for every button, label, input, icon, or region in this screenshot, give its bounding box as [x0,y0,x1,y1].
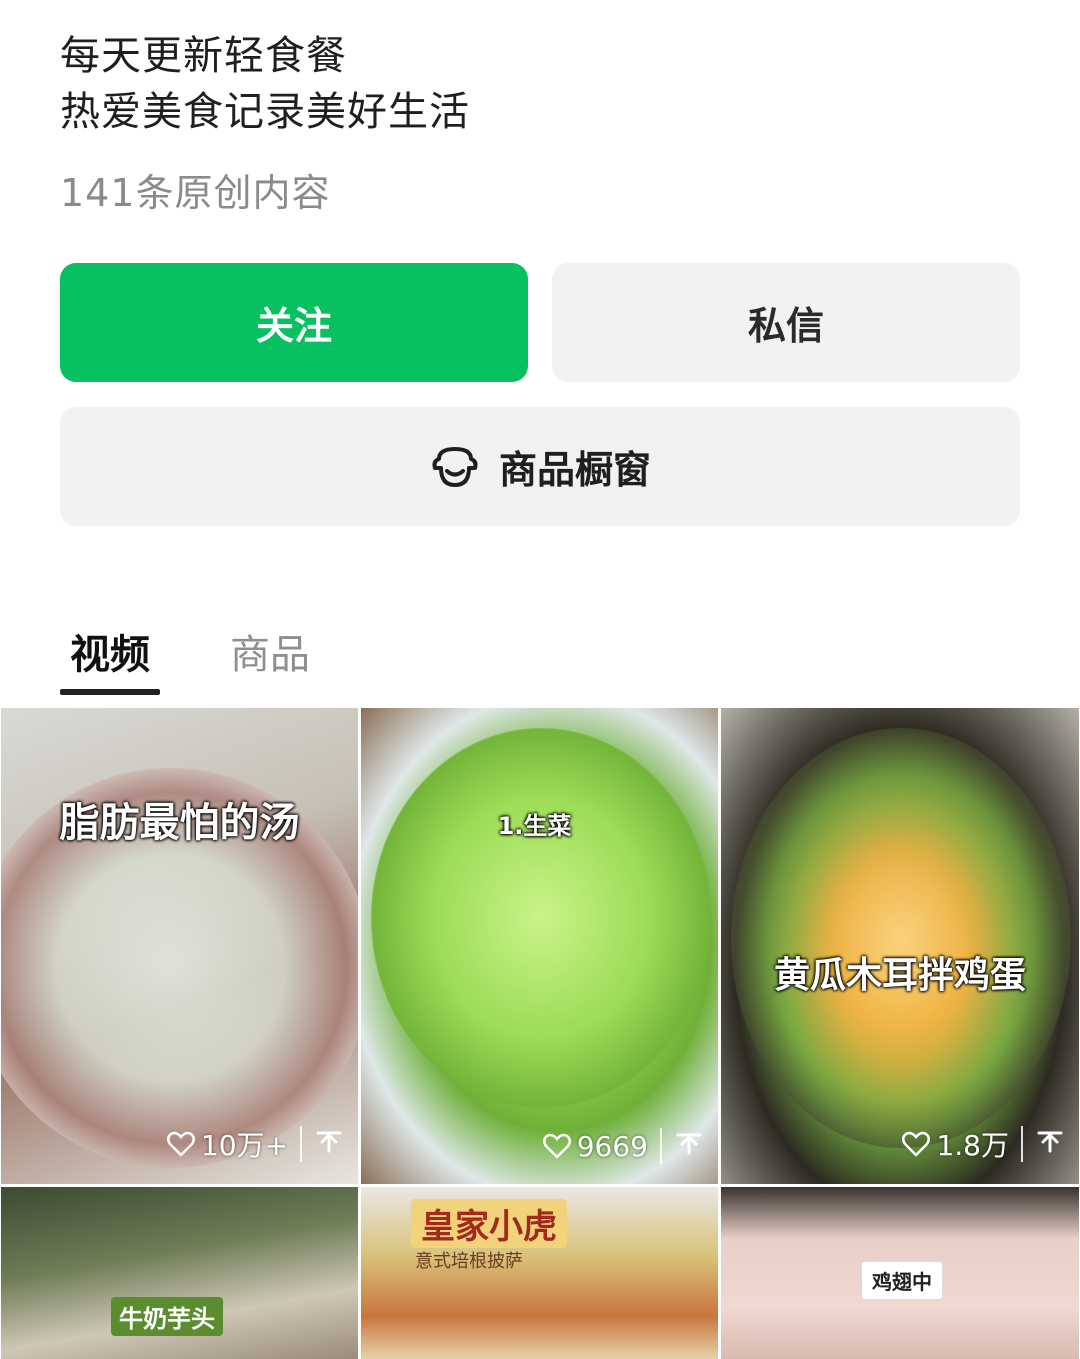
storefront-icon [432,446,478,487]
video-stats: 10万+ [166,1124,344,1164]
follow-button[interactable]: 关注 [60,263,528,382]
video-thumbnail[interactable]: 黄瓜木耳拌鸡蛋 1.8万 [721,708,1079,1184]
video-thumbnail[interactable]: 鸡翅中 [721,1187,1079,1359]
product-label: 牛奶芋头 [111,1297,223,1336]
heart-icon [902,1131,931,1157]
cover-title: 脂肪最怕的汤 [59,800,300,846]
share-icon[interactable] [1035,1129,1065,1159]
product-sublabel: 意式培根披萨 [415,1251,523,1272]
product-showcase-label: 商品橱窗 [498,448,651,492]
like-count: 10万+ [166,1124,288,1164]
divider [300,1126,302,1162]
tab-products[interactable]: 商品 [220,625,320,685]
cover-title: 黄瓜木耳拌鸡蛋 [773,955,1026,996]
product-label: 皇家小虎 [411,1199,567,1248]
product-label: 鸡翅中 [861,1261,943,1300]
content-tabs: 视频 商品 [60,625,320,695]
share-icon[interactable] [674,1131,704,1161]
divider [660,1128,662,1164]
video-stats: 1.8万 [902,1124,1065,1164]
like-count: 9669 [542,1129,648,1163]
video-thumbnail[interactable]: 牛奶芋头 [1,1187,358,1359]
video-thumbnail[interactable]: 皇家小虎 意式培根披萨 [361,1187,718,1359]
original-content-count: 141条原创内容 [60,171,331,215]
tab-videos[interactable]: 视频 [60,625,160,695]
message-button[interactable]: 私信 [552,263,1020,382]
like-count: 1.8万 [902,1124,1009,1164]
video-thumbnail[interactable]: 1.生菜 9669 [361,708,718,1184]
product-showcase-button[interactable]: 商品橱窗 [60,407,1020,526]
divider [1021,1126,1023,1162]
like-count-value: 1.8万 [936,1129,1009,1162]
like-count-value: 10万+ [200,1129,288,1162]
profile-bio: 每天更新轻食餐 热爱美食记录美好生活 [60,28,470,140]
like-count-value: 9669 [576,1129,648,1163]
video-thumbnail[interactable]: 脂肪最怕的汤 10万+ [1,708,358,1184]
video-stats: 9669 [542,1128,704,1164]
share-icon[interactable] [314,1129,344,1159]
food-image [371,728,711,1108]
bio-line: 每天更新轻食餐 [60,33,347,79]
cover-title: 1.生菜 [497,812,572,840]
food-image [731,728,1071,1148]
bio-line: 热爱美食记录美好生活 [60,89,470,135]
heart-icon [542,1133,571,1159]
heart-icon [166,1131,195,1157]
